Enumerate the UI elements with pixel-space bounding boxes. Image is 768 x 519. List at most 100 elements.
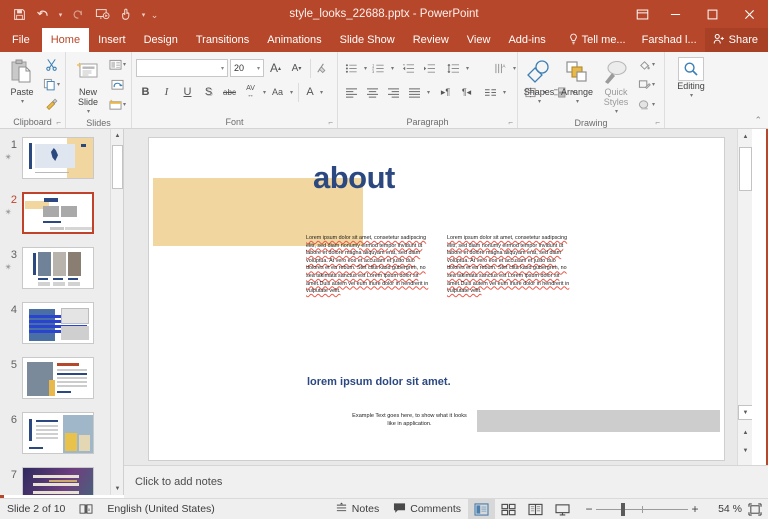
thumbnail-slide-2[interactable]: 2 ✴: [0, 192, 112, 234]
shape-outline-dropdown-icon[interactable]: ▾: [652, 81, 655, 88]
bullets-dropdown-icon[interactable]: ▾: [364, 65, 367, 72]
numbering-dropdown-icon[interactable]: ▾: [391, 65, 394, 72]
quick-styles-dropdown-icon[interactable]: ▾: [615, 107, 618, 117]
font-color-dropdown-icon[interactable]: ▾: [320, 89, 323, 96]
format-painter-button[interactable]: [42, 95, 61, 114]
bullets-button[interactable]: [342, 59, 361, 78]
tab-slide-show[interactable]: Slide Show: [331, 28, 404, 52]
editor-scrollbar-thumb[interactable]: [739, 147, 752, 191]
clipboard-dialog-launcher-icon[interactable]: ⌐: [56, 118, 61, 127]
section-dropdown-icon[interactable]: ▾: [123, 101, 126, 108]
change-case-dropdown-icon[interactable]: ▾: [290, 89, 293, 96]
arrange-button[interactable]: Arrange ▾: [558, 55, 596, 107]
copy-button[interactable]: ▾: [42, 75, 61, 94]
paste-dropdown-icon[interactable]: ▾: [21, 97, 24, 107]
thumbnail-slide-5[interactable]: 5: [0, 357, 112, 399]
editor-vertical-scrollbar[interactable]: ▲ ▼ ▲ ▼: [737, 129, 752, 465]
shape-fill-dropdown-icon[interactable]: ▾: [652, 61, 655, 68]
increase-indent-button[interactable]: [420, 59, 439, 78]
underline-button[interactable]: U: [178, 83, 197, 102]
copy-dropdown-icon[interactable]: ▾: [57, 81, 60, 88]
save-icon[interactable]: [8, 3, 30, 25]
tab-home[interactable]: Home: [41, 28, 90, 52]
character-spacing-dropdown-icon[interactable]: ▾: [263, 89, 266, 96]
view-reading-button[interactable]: [522, 499, 549, 519]
align-center-button[interactable]: [363, 83, 382, 102]
thumbnail-scrollbar-thumb[interactable]: [112, 145, 123, 189]
tab-insert[interactable]: Insert: [89, 28, 135, 52]
thumbnail-slide-3[interactable]: 3 ✴: [0, 247, 112, 289]
text-direction-rtl-button[interactable]: ¶◂: [457, 83, 476, 102]
maximize-button[interactable]: [694, 0, 731, 28]
tab-animations[interactable]: Animations: [258, 28, 330, 52]
view-slide-sorter-button[interactable]: [495, 499, 522, 519]
text-shadow-button[interactable]: S: [199, 83, 218, 102]
tab-view[interactable]: View: [458, 28, 500, 52]
paste-button[interactable]: Paste ▾: [4, 55, 40, 107]
align-right-button[interactable]: [384, 83, 403, 102]
collapse-ribbon-icon[interactable]: ⌃: [754, 115, 762, 126]
text-direction-button[interactable]: A: [491, 59, 510, 78]
text-direction-dropdown-icon[interactable]: ▾: [513, 65, 516, 72]
increase-font-size-button[interactable]: A ▴: [266, 59, 285, 78]
shape-outline-button[interactable]: ▾: [637, 75, 656, 94]
editing-button[interactable]: Editing ▾: [669, 55, 713, 101]
change-case-button[interactable]: Aa: [268, 83, 287, 102]
font-name-dropdown-icon[interactable]: ▾: [221, 65, 224, 72]
strikethrough-button[interactable]: abc: [220, 83, 239, 102]
zoom-slider-handle[interactable]: [621, 502, 625, 516]
zoom-slider[interactable]: − +: [576, 499, 708, 519]
decrease-font-size-button[interactable]: A ▾: [287, 59, 306, 78]
font-dialog-launcher-icon[interactable]: ⌐: [328, 118, 333, 127]
section-button[interactable]: ▾: [108, 95, 127, 114]
thumbnail-slide-1[interactable]: 1 ✴: [0, 137, 112, 179]
clear-formatting-button[interactable]: [310, 58, 329, 78]
shapes-dropdown-icon[interactable]: ▾: [538, 97, 541, 107]
ribbon-display-options-icon[interactable]: [627, 0, 657, 28]
thumbnail-slide-7[interactable]: 7: [0, 467, 112, 495]
slide-gray-placeholder-bar[interactable]: [477, 410, 720, 432]
share-button[interactable]: Share: [704, 28, 768, 52]
font-size-dropdown-icon[interactable]: ▾: [257, 65, 260, 72]
notes-placeholder[interactable]: Click to add notes: [135, 476, 222, 488]
layout-dropdown-icon[interactable]: ▾: [123, 61, 126, 68]
undo-dropdown-icon[interactable]: ▾: [56, 3, 65, 25]
minimize-button[interactable]: [657, 0, 694, 28]
tab-review[interactable]: Review: [404, 28, 458, 52]
customize-quick-access-toolbar-icon[interactable]: ⌄: [150, 3, 159, 25]
thumbnail-slide-4[interactable]: 4: [0, 302, 112, 344]
editing-dropdown-icon[interactable]: ▾: [690, 91, 693, 101]
slide-counter[interactable]: Slide 2 of 10: [0, 499, 72, 519]
numbering-button[interactable]: 123: [369, 59, 388, 78]
spellcheck-status-icon[interactable]: x: [72, 499, 100, 519]
character-spacing-button[interactable]: AV ↔: [241, 83, 260, 102]
line-spacing-button[interactable]: [444, 59, 463, 78]
tab-file[interactable]: File: [0, 28, 42, 52]
columns-button[interactable]: [481, 83, 500, 102]
cut-button[interactable]: [42, 55, 61, 74]
decrease-indent-button[interactable]: [399, 59, 418, 78]
slide-canvas[interactable]: about Lorem ipsum dolor sit amet, conset…: [149, 138, 724, 460]
font-size-input[interactable]: 20 ▾: [230, 59, 264, 77]
shape-fill-button[interactable]: ▾: [637, 55, 656, 74]
touch-mode-icon[interactable]: [115, 3, 137, 25]
notes-pane[interactable]: Click to add notes: [124, 465, 768, 498]
next-slide-icon[interactable]: ▼: [738, 443, 752, 458]
close-button[interactable]: [731, 0, 768, 28]
account-name[interactable]: Farshad l...: [634, 28, 705, 52]
zoom-in-button[interactable]: +: [688, 502, 702, 516]
justify-button[interactable]: [405, 83, 424, 102]
fit-slide-to-window-button[interactable]: [742, 502, 768, 516]
thumbnail-scrollbar[interactable]: ▲ ▼: [110, 129, 123, 495]
new-slide-dropdown-icon[interactable]: ▾: [87, 107, 90, 117]
italic-button[interactable]: I: [157, 83, 176, 102]
slide-title[interactable]: about: [313, 160, 395, 196]
thumbnail-slide-6[interactable]: 6: [0, 412, 112, 454]
slide-thumbnail-pane[interactable]: 1 ✴ 2 ✴ 3 ✴ 4 5 6 7 ▲ ▼: [0, 129, 124, 495]
columns-dropdown-icon[interactable]: ▾: [503, 89, 506, 96]
view-slide-show-button[interactable]: [549, 499, 576, 519]
zoom-slider-track[interactable]: [596, 499, 688, 519]
tab-add-ins[interactable]: Add-ins: [499, 28, 554, 52]
tab-transitions[interactable]: Transitions: [187, 28, 258, 52]
quick-styles-button[interactable]: Quick Styles ▾: [598, 55, 634, 117]
